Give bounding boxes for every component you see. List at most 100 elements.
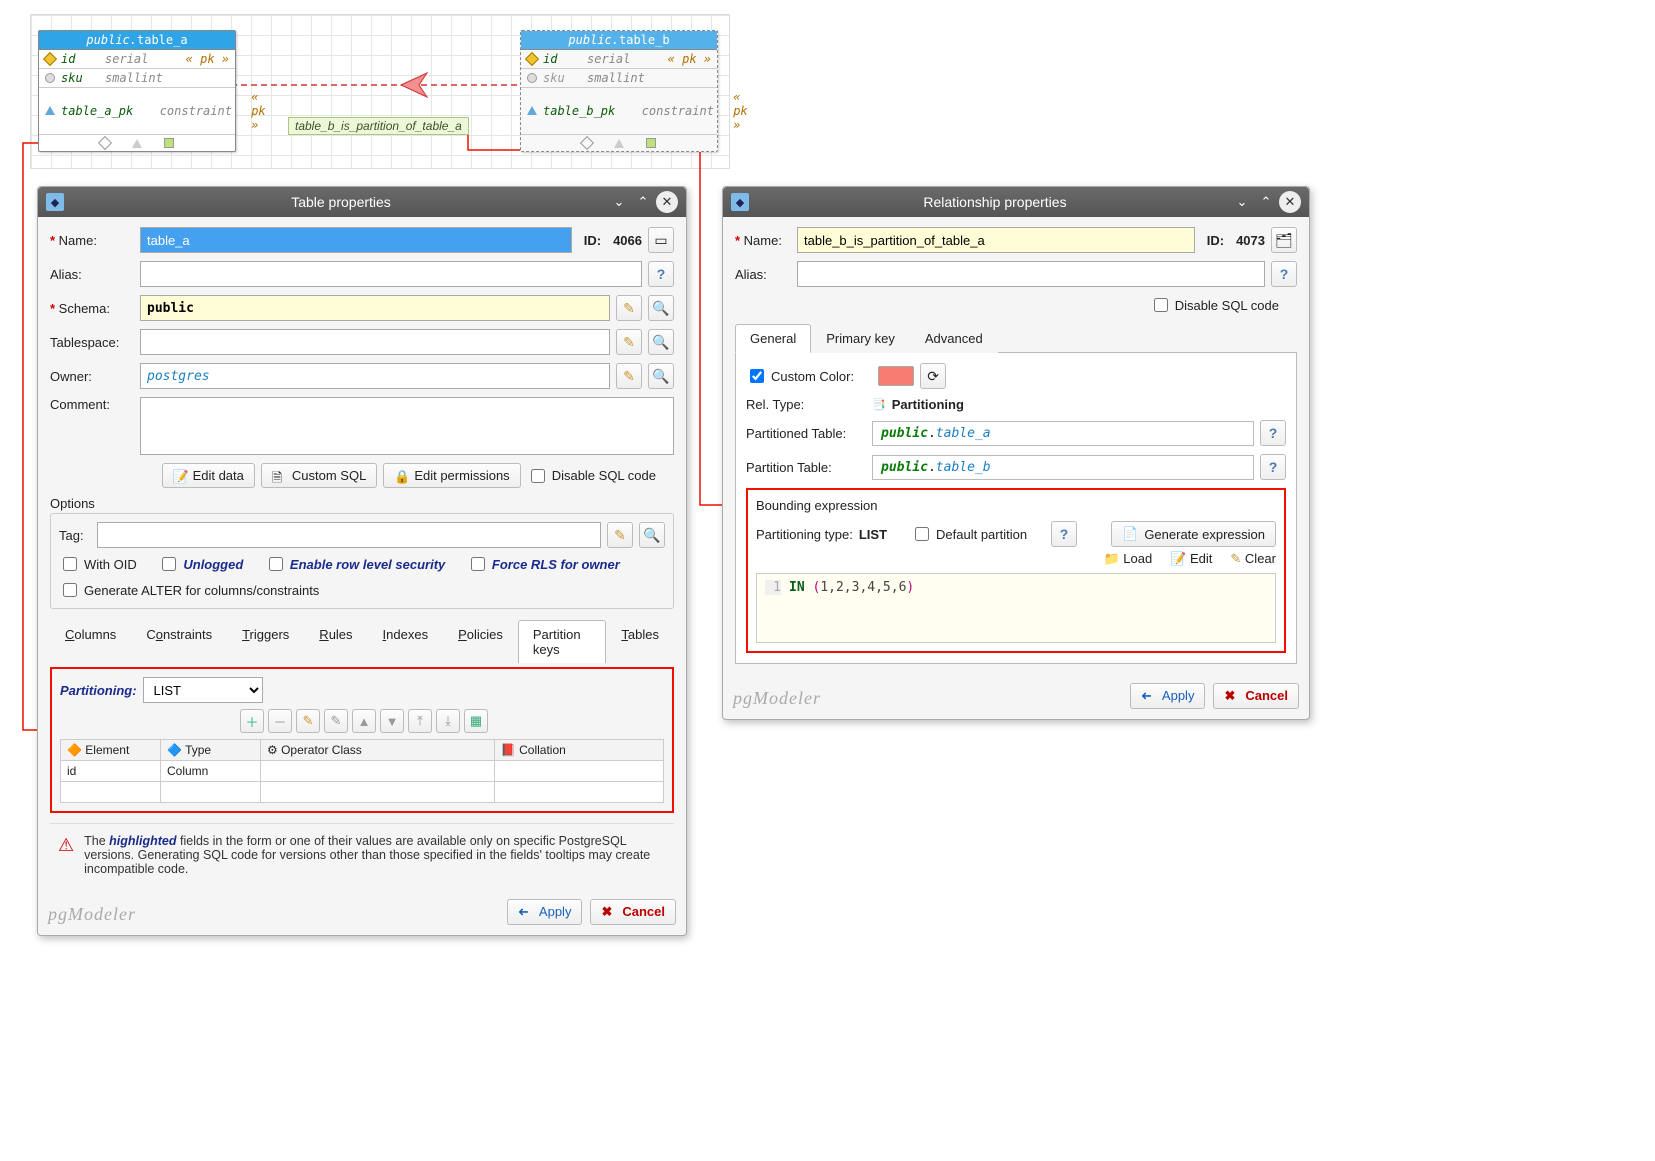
entity-table-b[interactable]: public.table_b idserial« pk » skusmallin…	[520, 30, 718, 152]
partition-keys-table: 🔶 Element 🔷 Type ⚙ Operator Class 📕 Coll…	[60, 739, 664, 803]
tab-policies[interactable]: Policies	[443, 620, 518, 663]
name-input[interactable]	[797, 227, 1195, 253]
generate-expression-button[interactable]: 📄Generate expression	[1111, 521, 1276, 547]
logo: pgModeler	[733, 688, 821, 709]
entity-footer	[39, 135, 235, 151]
with-oid-checkbox[interactable]: With OID	[59, 554, 137, 574]
refresh-color-icon[interactable]: ⟳	[920, 363, 946, 389]
col-row: skusmallint	[521, 69, 717, 88]
disable-sql-checkbox[interactable]: Disable SQL code	[1150, 295, 1279, 315]
cancel-button[interactable]: Cancel	[590, 899, 676, 925]
help-icon[interactable]: ?	[1260, 420, 1286, 446]
move-bottom-icon[interactable]: ⤓	[436, 709, 460, 733]
search-icon[interactable]: 🔍	[639, 522, 665, 548]
app-icon: ◆	[46, 193, 64, 211]
edit-icon[interactable]: ✎	[324, 709, 348, 733]
owner-input[interactable]	[140, 363, 610, 389]
folder-icon: 📁	[1103, 551, 1119, 566]
relationship-label[interactable]: table_b_is_partition_of_table_a	[288, 117, 469, 135]
brush-icon[interactable]: ✎	[296, 709, 320, 733]
move-down-icon[interactable]: ▼	[380, 709, 404, 733]
grid-icon[interactable]: ▦	[464, 709, 488, 733]
constraint-row: table_a_pk constraint « pk »	[39, 88, 235, 135]
collapse-up-icon[interactable]: ⌃	[1255, 191, 1277, 213]
tab-tables[interactable]: Tables	[606, 620, 674, 663]
clear-button[interactable]: ✎ Clear	[1230, 551, 1276, 567]
options-label: Options	[50, 496, 674, 511]
default-partition-checkbox[interactable]: Default partition	[911, 524, 1027, 544]
add-icon[interactable]: ＋	[240, 709, 264, 733]
table-row[interactable]: id Column	[61, 761, 664, 782]
tab-constraints[interactable]: Constraints	[131, 620, 227, 663]
tab-partition-keys[interactable]: Partition keys	[518, 620, 607, 663]
tab-rules[interactable]: Rules	[304, 620, 367, 663]
move-up-icon[interactable]: ▲	[352, 709, 376, 733]
close-icon[interactable]: ✕	[1279, 191, 1301, 213]
partitioning-select[interactable]: LIST	[143, 677, 263, 703]
comment-input[interactable]	[140, 397, 674, 455]
tablespace-label: Tablespace:	[50, 335, 134, 350]
tab-general[interactable]: General	[735, 324, 811, 353]
alias-input[interactable]	[797, 261, 1265, 287]
link-icon[interactable]: 🗂	[1271, 227, 1297, 253]
tab-triggers[interactable]: Triggers	[227, 620, 304, 663]
calendar-icon[interactable]: ▭	[648, 227, 674, 253]
search-icon[interactable]: 🔍	[648, 329, 674, 355]
help-icon[interactable]: ?	[1260, 454, 1286, 480]
schema-label: Schema:	[50, 301, 134, 316]
edit-permissions-button[interactable]: 🔒Edit permissions	[383, 463, 520, 488]
close-icon[interactable]: ✕	[656, 191, 678, 213]
tab-primary-key[interactable]: Primary key	[811, 324, 910, 353]
tab-advanced[interactable]: Advanced	[910, 324, 998, 353]
tab-indexes[interactable]: Indexes	[368, 620, 444, 663]
constraint-icon	[527, 106, 537, 115]
brush-icon[interactable]: ✎	[616, 295, 642, 321]
name-input[interactable]	[140, 227, 572, 253]
edit-button[interactable]: 📝 Edit	[1170, 551, 1212, 567]
rel-type-label: Rel. Type:	[746, 397, 866, 412]
alias-input[interactable]	[140, 261, 642, 287]
brush-icon[interactable]: ✎	[616, 329, 642, 355]
help-icon[interactable]: ?	[648, 261, 674, 287]
disable-sql-checkbox[interactable]: Disable SQL code	[527, 466, 656, 486]
help-icon[interactable]: ?	[1271, 261, 1297, 287]
unlogged-checkbox[interactable]: Unlogged	[158, 554, 243, 574]
options-section: Tag: ✎ 🔍 With OID Unlogged Enable row le…	[50, 513, 674, 609]
custom-color-checkbox[interactable]: Custom Color:	[746, 366, 854, 386]
dialog-footer: pgModeler Apply Cancel	[723, 676, 1309, 719]
tag-input[interactable]	[97, 522, 601, 548]
remove-icon[interactable]: －	[268, 709, 292, 733]
titlebar[interactable]: ◆ Table properties ⌄ ⌃ ✕	[38, 187, 686, 217]
schema-input[interactable]	[140, 295, 610, 321]
brush-icon[interactable]: ✎	[616, 363, 642, 389]
gen-alter-checkbox[interactable]: Generate ALTER for columns/constraints	[59, 580, 319, 600]
cancel-button[interactable]: Cancel	[1213, 683, 1299, 709]
warning-box: ⚠ The highlighted fields in the form or …	[50, 823, 674, 880]
titlebar[interactable]: ◆ Relationship properties ⌄ ⌃ ✕	[723, 187, 1309, 217]
name-label: Name:	[50, 233, 134, 248]
move-top-icon[interactable]: ⤒	[408, 709, 432, 733]
comment-label: Comment:	[50, 397, 134, 412]
load-button[interactable]: 📁 Load	[1103, 551, 1152, 567]
color-swatch[interactable]	[878, 366, 914, 386]
table-name: table_b	[619, 33, 670, 47]
tablespace-input[interactable]	[140, 329, 610, 355]
force-rls-checkbox[interactable]: Force RLS for owner	[467, 554, 620, 574]
search-icon[interactable]: 🔍	[648, 295, 674, 321]
apply-button[interactable]: Apply	[1130, 683, 1205, 709]
brush-icon[interactable]: ✎	[607, 522, 633, 548]
search-icon[interactable]: 🔍	[648, 363, 674, 389]
edit-data-button[interactable]: 📝Edit data	[162, 463, 255, 488]
custom-sql-button[interactable]: 🗎Custom SQL	[261, 463, 377, 488]
expression-code[interactable]: 1IN (1,2,3,4,5,6)	[756, 573, 1276, 643]
tab-columns[interactable]: Columns	[50, 620, 131, 663]
rls-checkbox[interactable]: Enable row level security	[265, 554, 445, 574]
entity-table-a[interactable]: public.table_a idserial« pk » skusmallin…	[38, 30, 236, 152]
apply-button[interactable]: Apply	[507, 899, 582, 925]
partition-keys-panel: Partitioning: LIST ＋ － ✎ ✎ ▲ ▼ ⤒ ⤓ ▦ 🔶 E	[50, 667, 674, 813]
window-title: Relationship properties	[761, 194, 1229, 210]
collapse-up-icon[interactable]: ⌃	[632, 191, 654, 213]
collapse-down-icon[interactable]: ⌄	[1231, 191, 1253, 213]
help-icon[interactable]: ?	[1051, 521, 1077, 547]
collapse-down-icon[interactable]: ⌄	[608, 191, 630, 213]
